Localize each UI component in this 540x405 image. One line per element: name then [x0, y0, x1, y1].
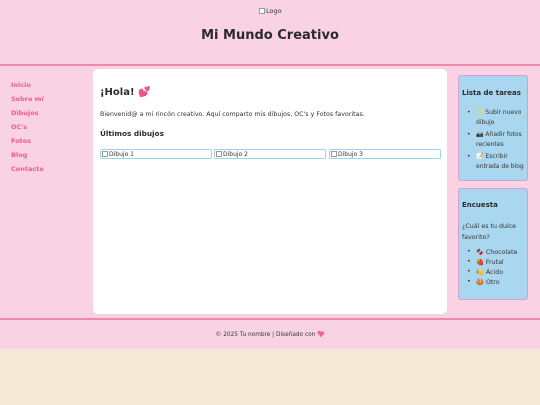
task-text: ✨ Subir nuevo dibujo — [476, 108, 528, 128]
intro-text: Bienvenid@ a mi rincón creativo. Aquí co… — [100, 111, 365, 118]
cookie-icon: 🍪 — [476, 279, 484, 286]
nav-item-sobre-mi[interactable]: Sobre mí — [11, 95, 44, 103]
nav-item-dibujos[interactable]: Dibujos — [11, 109, 38, 117]
gallery-item[interactable]: Dibujo 2 — [214, 149, 326, 159]
nav-item-contacto[interactable]: Contacto — [11, 165, 44, 173]
memo-icon: 📝 — [476, 153, 484, 160]
camera-icon: 📷 — [476, 131, 484, 138]
nav-item-inicio[interactable]: Inicio — [11, 81, 31, 89]
task-label: Añadir fotos recientes — [476, 131, 522, 148]
poll-option-label: 🍪 Otro — [476, 278, 500, 286]
greeting-text: ¡Hola! — [100, 87, 135, 98]
bullet-icon: • — [467, 278, 471, 285]
poll-option-label: 🍓 Frutal — [476, 258, 504, 266]
poll-option-label: 🍋 Ácido — [476, 268, 503, 276]
task-label: Escribir entrada de blog — [476, 153, 524, 170]
bullet-icon: • — [467, 268, 471, 275]
sparkle-icon: ✨ — [476, 109, 484, 116]
tasks-widget: Lista de tareas • ✨ Subir nuevo dibujo •… — [458, 75, 528, 181]
task-text: 📷 Añadir fotos recientes — [476, 130, 528, 150]
bullet-icon: • — [467, 131, 471, 138]
task-item: • 📝 Escribir entrada de blog — [463, 152, 527, 176]
nav-item-blog[interactable]: Blog — [11, 151, 27, 159]
site-footer: © 2025 Tu nombre | Diseñado con 💖 — [0, 318, 540, 349]
poll-question: ¿Cuál es tu dulce favorito? — [462, 223, 517, 241]
broken-image-icon — [102, 151, 108, 157]
option-text: Otro — [485, 279, 500, 286]
nav-item-fotos[interactable]: Fotos — [11, 137, 31, 145]
bullet-icon: • — [467, 153, 471, 160]
logo-alt-text: Logo — [266, 7, 282, 15]
nav-item-ocs[interactable]: OC's — [11, 123, 27, 131]
left-sidebar: Inicio Sobre mí Dibujos OC's Fotos Blog … — [5, 71, 87, 313]
main-content: ¡Hola! 💕 Bienvenid@ a mi rincón creativo… — [93, 69, 447, 314]
strawberry-icon: 🍓 — [476, 259, 484, 266]
option-text: Frutal — [485, 259, 504, 266]
poll-widget: Encuesta ¿Cuál es tu dulce favorito? • 🍫… — [458, 188, 528, 300]
poll-option-label: 🍫 Chocolate — [476, 248, 517, 256]
chocolate-icon: 🍫 — [476, 249, 484, 256]
logo[interactable]: Logo — [259, 7, 282, 15]
bullet-icon: • — [467, 258, 471, 265]
broken-image-icon — [259, 8, 265, 14]
gallery-item[interactable]: Dibujo 3 — [329, 149, 441, 159]
task-item: • 📷 Añadir fotos recientes — [463, 130, 527, 154]
tasks-title: Lista de tareas — [462, 89, 521, 97]
option-text: Chocolate — [485, 249, 518, 256]
task-text: 📝 Escribir entrada de blog — [476, 152, 528, 172]
task-item: • ✨ Subir nuevo dibujo — [463, 108, 527, 132]
gallery-item-alt: Dibujo 1 — [109, 150, 134, 158]
option-text: Ácido — [485, 269, 504, 276]
poll-title: Encuesta — [462, 201, 498, 209]
right-sidebar: Lista de tareas • ✨ Subir nuevo dibujo •… — [452, 71, 535, 313]
bullet-icon: • — [467, 248, 471, 255]
gallery-item[interactable]: Dibujo 1 — [100, 149, 212, 159]
site-title: Mi Mundo Creativo — [201, 28, 339, 43]
gallery-item-alt: Dibujo 3 — [338, 150, 363, 158]
lemon-icon: 🍋 — [476, 269, 484, 276]
broken-image-icon — [216, 151, 222, 157]
heart-icon: 💕 — [138, 87, 151, 98]
heart-icon: 💖 — [317, 332, 325, 338]
copyright-text: © 2025 Tu nombre | Diseñado con — [215, 332, 316, 338]
section-title: Últimos dibujos — [100, 129, 164, 138]
site-header: Logo Mi Mundo Creativo — [0, 0, 540, 66]
greeting-heading: ¡Hola! 💕 — [100, 87, 150, 98]
footer-text: © 2025 Tu nombre | Diseñado con 💖 — [0, 332, 540, 338]
broken-image-icon — [331, 151, 337, 157]
gallery-item-alt: Dibujo 2 — [223, 150, 248, 158]
bullet-icon: • — [467, 109, 471, 116]
task-label: Subir nuevo dibujo — [476, 109, 522, 126]
